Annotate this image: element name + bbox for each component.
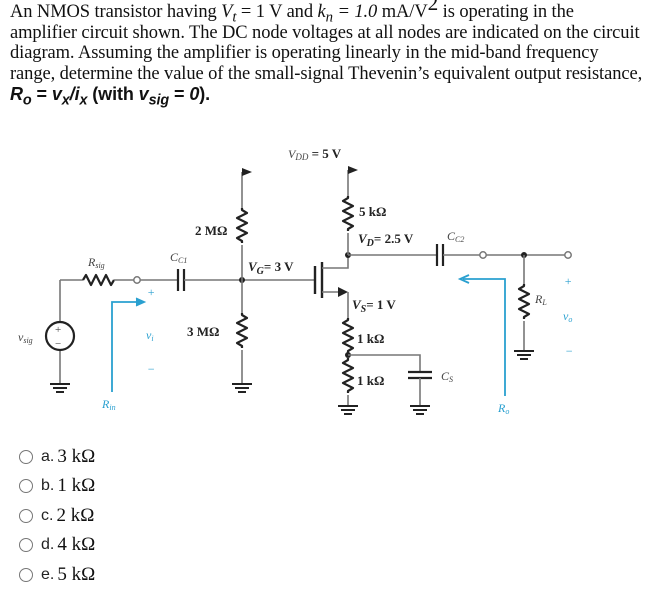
r-3meg-resistor-icon xyxy=(235,313,249,348)
answer-options: a. 3 kΩ b. 1 kΩ c. 2 kΩ d. 4 kΩ e. 5 kΩ xyxy=(19,442,95,590)
vi-minus: − xyxy=(147,362,155,376)
rin-annotation: Rin + vi − xyxy=(101,285,155,412)
kn-unit: mA/V2 xyxy=(381,0,439,22)
vsig-label: vsig xyxy=(18,330,33,345)
option-letter: a. xyxy=(41,447,55,465)
zero: 0 xyxy=(189,84,200,104)
rd-label: 5 kΩ xyxy=(359,204,386,219)
option-c[interactable]: c. 2 kΩ xyxy=(19,501,95,531)
vt-value: = 1 V and xyxy=(236,2,318,22)
rd-resistor-icon xyxy=(341,196,355,231)
option-letter: e. xyxy=(41,565,55,583)
rs2-resistor-icon xyxy=(341,358,355,393)
option-e[interactable]: e. 5 kΩ xyxy=(19,560,95,590)
closing-paren: ). xyxy=(199,84,211,104)
wire xyxy=(348,354,421,371)
vo-annotation: + vo − xyxy=(563,274,573,358)
vdd-label: VDD = 5 V xyxy=(288,146,342,162)
rsig-resistor-icon xyxy=(82,273,115,287)
option-value: 1 kΩ xyxy=(57,475,96,497)
r-2meg-resistor-icon xyxy=(235,208,249,243)
vg-label: VG= 3 V xyxy=(248,259,294,277)
option-a[interactable]: a. 3 kΩ xyxy=(19,442,95,472)
output-terminal-right xyxy=(564,251,572,259)
option-value: 5 kΩ xyxy=(57,563,96,585)
radio-button[interactable] xyxy=(19,479,33,494)
option-value: 2 kΩ xyxy=(56,504,95,526)
ground-icon xyxy=(514,350,534,360)
vo-minus: − xyxy=(565,344,573,358)
r-2meg-label: 2 MΩ xyxy=(195,223,227,238)
vo-plus: + xyxy=(564,274,572,288)
equals-sign: = xyxy=(31,84,52,104)
question-text: An NMOS transistor having Vt = 1 V and k… xyxy=(10,0,644,109)
output-terminal-left xyxy=(479,251,487,259)
nmos-transistor-icon xyxy=(313,255,349,318)
vsig-symbol: vsig xyxy=(138,84,170,109)
option-letter: c. xyxy=(41,506,54,524)
rs1-label: 1 kΩ xyxy=(357,331,384,346)
circuit-diagram: VDD = 5 V + − vsig Rsig Rin + vi − CC1 2… xyxy=(18,146,573,416)
ro-annotation: Ro xyxy=(457,274,509,416)
option-b[interactable]: b. 1 kΩ xyxy=(19,472,95,502)
option-letter: d. xyxy=(41,536,55,554)
option-value: 3 kΩ xyxy=(57,445,96,467)
cc1-capacitor-icon xyxy=(176,269,186,291)
equals-sign-2: = xyxy=(169,84,190,104)
rs1-resistor-icon xyxy=(341,318,355,353)
vd-label: VD= 2.5 V xyxy=(358,231,414,249)
source-plus: + xyxy=(55,324,61,336)
radio-button[interactable] xyxy=(19,508,33,523)
vs-label: VS= 1 V xyxy=(352,297,396,315)
ground-icon xyxy=(338,405,358,415)
cc2-capacitor-icon xyxy=(435,244,445,266)
cc1-label: CC1 xyxy=(170,250,187,265)
radio-button[interactable] xyxy=(19,567,33,582)
question-intro: An NMOS transistor having xyxy=(10,2,222,22)
kn-value: = 1.0 xyxy=(332,2,382,22)
rsig-label: Rsig xyxy=(87,255,105,270)
ro-label: Ro xyxy=(497,401,509,416)
cc2-label: CC2 xyxy=(447,229,464,244)
vo-label: vo xyxy=(563,309,572,324)
rl-resistor-icon xyxy=(517,284,531,319)
with-text: (with xyxy=(87,84,139,104)
input-terminal xyxy=(133,276,141,284)
radio-button[interactable] xyxy=(19,538,33,553)
kn-symbol: kn xyxy=(317,2,334,26)
r-3meg-label: 3 MΩ xyxy=(187,324,219,339)
signal-source: + − vsig xyxy=(18,280,76,393)
ro-symbol: Ro xyxy=(10,84,32,109)
rs2-label: 1 kΩ xyxy=(357,373,384,388)
vx-symbol: vx xyxy=(51,84,70,109)
option-d[interactable]: d. 4 kΩ xyxy=(19,531,95,561)
vi-label: vi xyxy=(146,328,154,343)
ix-symbol: ix xyxy=(74,84,88,109)
rin-label: Rin xyxy=(101,397,116,412)
cs-capacitor-icon xyxy=(408,370,432,380)
option-value: 4 kΩ xyxy=(57,534,96,556)
vt-symbol: Vt xyxy=(221,2,237,26)
radio-button[interactable] xyxy=(19,449,33,464)
source-minus: − xyxy=(55,338,61,350)
option-letter: b. xyxy=(41,477,55,495)
cs-label: CS xyxy=(441,369,453,384)
ground-icon xyxy=(50,383,70,393)
vi-plus: + xyxy=(147,285,155,299)
ground-icon xyxy=(232,383,252,393)
rl-label: RL xyxy=(534,292,547,307)
ground-icon xyxy=(410,405,430,415)
